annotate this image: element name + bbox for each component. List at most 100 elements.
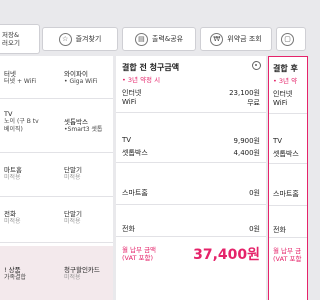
favorites-label: 즐겨찾기 xyxy=(75,35,102,43)
after-row-label: TV xyxy=(273,137,283,145)
bill-row-label: 인터넷 xyxy=(122,89,142,97)
bill-row-value: 무료 xyxy=(247,99,260,107)
product-wifi-sub: • Giga WiFi xyxy=(64,78,98,85)
divider xyxy=(116,204,266,205)
bill-row-label: TV xyxy=(122,136,132,144)
product-device-a-title: 단말기 xyxy=(64,166,82,174)
print-share-button[interactable]: ▤ 출력&공유 xyxy=(122,27,196,51)
bill-row-label: 스마트홈 xyxy=(122,189,148,197)
save-label-line1: 저장& xyxy=(2,31,20,39)
product-card-title: 청구할인카드 xyxy=(64,266,100,274)
won-coin-icon: ₩ xyxy=(210,32,224,46)
save-label-line2: 러오기 xyxy=(2,39,20,47)
after-row-label: WiFi xyxy=(273,99,288,107)
before-note: • 3년 약정 시 xyxy=(122,76,161,84)
divider xyxy=(116,162,266,163)
bill-row-value: 0원 xyxy=(249,225,260,233)
product-smarthome[interactable]: 마트홈 미적용 xyxy=(0,166,56,182)
product-tv-title: TV xyxy=(4,110,13,118)
bill-row-label: 셋톱박스 xyxy=(122,149,148,157)
divider xyxy=(269,237,307,238)
after-row-tv: TV xyxy=(273,137,282,145)
save-load-button[interactable]: 저장& 러오기 xyxy=(0,24,40,54)
product-smarthome-sub: 미적용 xyxy=(4,174,21,181)
after-bill-panel: 결합 후 • 3년 약 인터넷 WiFi TV 셋톱박스 스마트홈 전화 월 납… xyxy=(268,56,308,300)
monthly-total-label: 월 납부 금액 (VAT 포함) xyxy=(122,246,156,262)
penalty-lookup-label: 위약금 조회 xyxy=(227,35,262,43)
product-device-b-title: 단말기 xyxy=(64,210,82,218)
product-device-b-sub: 미적용 xyxy=(64,218,81,225)
product-phone[interactable]: 전화 미적용 xyxy=(0,210,56,226)
bill-row-label: WiFi xyxy=(122,98,137,106)
product-internet-title: 터넷 xyxy=(4,70,16,78)
before-title: 결합 전 청구금액 xyxy=(122,63,180,72)
monthly-total-label-line1: 월 납부 금액 xyxy=(122,246,157,254)
grid-divider xyxy=(0,242,113,243)
bill-row-tv: TV 9,900원 xyxy=(122,136,260,146)
after-row-internet: 인터넷 xyxy=(273,89,292,99)
before-bill-panel: 결합 전 청구금액 • 3년 약정 시 인터넷 23,100원 WiFi 무료 … xyxy=(116,56,266,300)
product-smarthome-title: 마트홈 xyxy=(4,166,22,174)
bill-row-settop: 셋톱박스 4,400원 xyxy=(122,148,260,158)
star-icon: ☆ xyxy=(58,32,72,46)
penalty-lookup-button[interactable]: ₩ 위약금 조회 xyxy=(200,27,272,51)
divider xyxy=(116,112,266,113)
gear-icon[interactable] xyxy=(252,61,261,70)
product-card[interactable]: 청구할인카드 미적용 xyxy=(60,266,116,282)
receipt-icon: ▢ xyxy=(281,32,294,46)
product-phone-title: 전화 xyxy=(4,210,16,218)
next-toolbar-button[interactable]: ▢ xyxy=(276,27,306,51)
product-wifi-title: 와이파이 xyxy=(64,70,88,78)
product-device-b[interactable]: 단말기 미적용 xyxy=(60,210,116,226)
after-row-settop: 셋톱박스 xyxy=(273,149,299,159)
bill-row-smarthome: 스마트홈 0원 xyxy=(122,188,260,198)
printer-icon: ▤ xyxy=(134,32,148,46)
bill-row-phone: 전화 0원 xyxy=(122,224,260,234)
grid-divider xyxy=(0,152,113,153)
product-internet-sub: 터넷 + WiFi xyxy=(4,78,37,85)
bill-row-value: 9,900원 xyxy=(233,137,260,145)
product-combo-sub: 가족결합 xyxy=(4,274,27,281)
after-row-label: 스마트홈 xyxy=(273,190,299,198)
grid-divider xyxy=(0,98,113,99)
monthly-total-label-line2: (VAT 포함) xyxy=(122,254,154,262)
product-device-a-sub: 미적용 xyxy=(64,174,81,181)
product-settop[interactable]: 셋톱박스 •Smart3 셋톱 xyxy=(60,118,116,134)
product-tv[interactable]: TV 노이 (구 B tv 베이직) xyxy=(0,110,56,134)
product-settop-sub: •Smart3 셋톱 xyxy=(64,126,103,133)
after-row-label: 셋톱박스 xyxy=(273,150,299,158)
product-wifi[interactable]: 와이파이 • Giga WiFi xyxy=(60,70,116,86)
after-total-label-line2: (VAT 포함 xyxy=(273,255,302,263)
bill-row-value: 0원 xyxy=(249,189,260,197)
after-row-phone: 전화 xyxy=(273,225,286,235)
after-bill-content: 결합 후 • 3년 약 인터넷 WiFi TV 셋톱박스 스마트홈 전화 월 납… xyxy=(269,57,307,300)
bill-row-value: 23,100원 xyxy=(229,89,260,97)
bill-row-wifi: WiFi 무료 xyxy=(122,98,260,108)
divider xyxy=(269,205,307,206)
after-row-label: 인터넷 xyxy=(273,90,293,98)
after-note: • 3년 약 xyxy=(273,77,298,85)
favorites-button[interactable]: ☆ 즐겨찾기 xyxy=(42,27,118,51)
bill-row-label: 전화 xyxy=(122,225,135,233)
bill-row-value: 4,400원 xyxy=(233,149,260,157)
product-grid: 터넷 터넷 + WiFi 와이파이 • Giga WiFi TV 노이 (구 B… xyxy=(0,56,113,300)
grid-divider xyxy=(0,196,113,197)
product-combo[interactable]: ! 상품 가족결합 xyxy=(0,266,56,282)
product-internet[interactable]: 터넷 터넷 + WiFi xyxy=(0,70,56,86)
product-device-a[interactable]: 단말기 미적용 xyxy=(60,166,116,182)
toolbar: 저장& 러오기 ☆ 즐겨찾기 ▤ 출력&공유 ₩ 위약금 조회 ▢ xyxy=(0,0,306,56)
product-tv-sub1: 노이 (구 B tv xyxy=(4,118,39,125)
after-total-label: 월 납부 금 (VAT 포함 xyxy=(273,247,302,263)
monthly-total-value: 37,400원 xyxy=(193,247,260,263)
after-row-wifi: WiFi xyxy=(273,99,287,107)
after-title: 결합 후 xyxy=(273,64,298,73)
bill-row-internet: 인터넷 23,100원 xyxy=(122,88,260,98)
after-row-label: 전화 xyxy=(273,226,286,234)
product-tv-sub2: 베이직) xyxy=(4,126,23,133)
product-card-sub: 미적용 xyxy=(64,274,81,281)
divider xyxy=(116,236,266,237)
print-share-label: 출력&공유 xyxy=(151,35,184,43)
after-total-label-line1: 월 납부 금 xyxy=(273,247,302,255)
divider xyxy=(269,113,307,114)
divider xyxy=(269,163,307,164)
